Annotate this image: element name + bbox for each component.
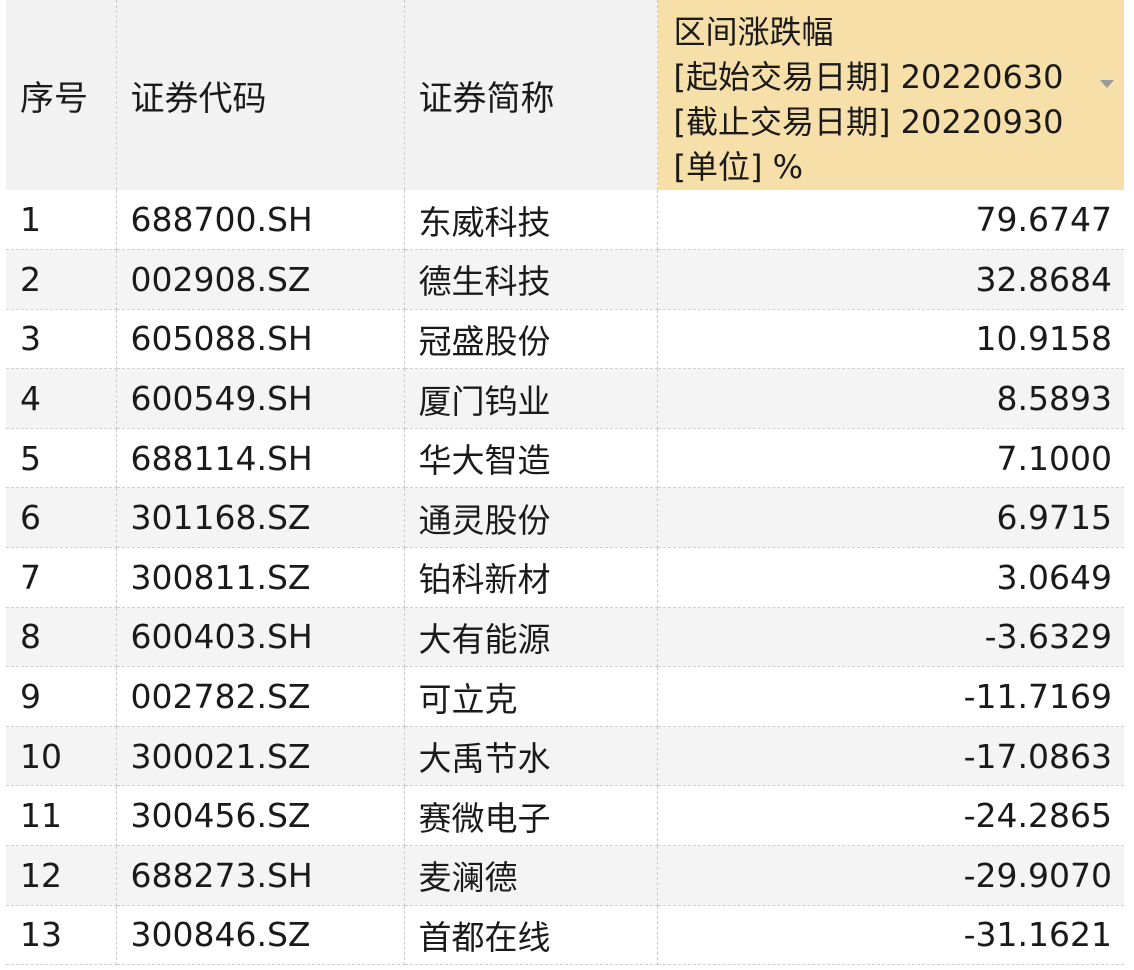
table-header: 序号 证券代码 证券简称 区间涨跌幅 [起始交易日期] 20220630 [截止… bbox=[6, 0, 1124, 190]
cell-interval-change: -24.2865 bbox=[657, 785, 1124, 847]
cell-seq: 8 bbox=[6, 607, 117, 668]
cell-seq: 1 bbox=[6, 190, 117, 251]
cell-security-code: 300811.SZ bbox=[116, 547, 405, 608]
header-change-end-date: [截止交易日期] 20220930 bbox=[673, 103, 1064, 141]
cell-security-name: 通灵股份 bbox=[404, 487, 658, 549]
cell-security-code: 300456.SZ bbox=[116, 785, 405, 847]
table-row[interactable]: 7 300811.SZ 铂科新材 3.0649 bbox=[6, 547, 1124, 608]
cell-seq: 2 bbox=[6, 249, 117, 310]
cell-interval-change: -17.0863 bbox=[657, 726, 1124, 787]
table-row[interactable]: 2 002908.SZ 德生科技 32.8684 bbox=[6, 249, 1124, 310]
cell-interval-change: -29.9070 bbox=[657, 845, 1124, 906]
cell-security-code: 600549.SH bbox=[116, 368, 405, 429]
cell-security-name: 麦澜德 bbox=[404, 845, 658, 906]
table-row[interactable]: 5 688114.SH 华大智造 7.1000 bbox=[6, 428, 1124, 489]
cell-seq: 11 bbox=[6, 785, 117, 847]
cell-security-code: 300021.SZ bbox=[116, 726, 405, 787]
header-row: 序号 证券代码 证券简称 区间涨跌幅 [起始交易日期] 20220630 [截止… bbox=[6, 0, 1124, 190]
cell-seq: 9 bbox=[6, 666, 117, 727]
cell-security-code: 688700.SH bbox=[116, 190, 405, 251]
cell-seq: 4 bbox=[6, 368, 117, 429]
cell-interval-change: 7.1000 bbox=[657, 428, 1124, 489]
cell-security-name: 德生科技 bbox=[404, 249, 658, 310]
table-row[interactable]: 3 605088.SH 冠盛股份 10.9158 bbox=[6, 309, 1124, 370]
table-row[interactable]: 4 600549.SH 厦门钨业 8.5893 bbox=[6, 368, 1124, 429]
cell-security-code: 301168.SZ bbox=[116, 487, 405, 549]
cell-interval-change: 32.8684 bbox=[657, 249, 1124, 310]
cell-seq: 6 bbox=[6, 487, 117, 549]
cell-seq: 10 bbox=[6, 726, 117, 787]
table-row[interactable]: 10 300021.SZ 大禹节水 -17.0863 bbox=[6, 726, 1124, 787]
table-row[interactable]: 11 300456.SZ 赛微电子 -24.2865 bbox=[6, 785, 1124, 847]
cell-security-name: 冠盛股份 bbox=[404, 309, 658, 370]
securities-table-sheet: 序号 证券代码 证券简称 区间涨跌幅 [起始交易日期] 20220630 [截止… bbox=[6, 0, 1124, 970]
cell-security-code: 300846.SZ bbox=[116, 905, 405, 966]
cell-seq: 12 bbox=[6, 845, 117, 906]
table-row[interactable]: 6 301168.SZ 通灵股份 6.9715 bbox=[6, 487, 1124, 549]
header-seq[interactable]: 序号 bbox=[6, 0, 117, 190]
table-row[interactable]: 13 300846.SZ 首都在线 -31.1621 bbox=[6, 905, 1124, 966]
table-row[interactable]: 1 688700.SH 东威科技 79.6747 bbox=[6, 190, 1124, 251]
cell-seq: 3 bbox=[6, 309, 117, 370]
cell-interval-change: -11.7169 bbox=[657, 666, 1124, 727]
cell-interval-change: 79.6747 bbox=[657, 190, 1124, 251]
cell-seq: 7 bbox=[6, 547, 117, 608]
table-body: 1 688700.SH 东威科技 79.6747 2 002908.SZ 德生科… bbox=[6, 190, 1124, 966]
table-row[interactable]: 8 600403.SH 大有能源 -3.6329 bbox=[6, 607, 1124, 668]
header-change-title: 区间涨跌幅 bbox=[673, 13, 834, 51]
cell-security-code: 605088.SH bbox=[116, 309, 405, 370]
cell-security-name: 大禹节水 bbox=[404, 726, 658, 787]
cell-interval-change: 10.9158 bbox=[657, 309, 1124, 370]
cell-security-name: 厦门钨业 bbox=[404, 368, 658, 429]
cell-security-code: 600403.SH bbox=[116, 607, 405, 668]
cell-interval-change: 8.5893 bbox=[657, 368, 1124, 429]
securities-table: 序号 证券代码 证券简称 区间涨跌幅 [起始交易日期] 20220630 [截止… bbox=[6, 0, 1124, 966]
cell-security-code: 688114.SH bbox=[116, 428, 405, 489]
cell-interval-change: 6.9715 bbox=[657, 487, 1124, 549]
header-security-name[interactable]: 证券简称 bbox=[404, 0, 658, 190]
cell-interval-change: -3.6329 bbox=[657, 607, 1124, 668]
cell-security-name: 赛微电子 bbox=[404, 785, 658, 847]
header-interval-change[interactable]: 区间涨跌幅 [起始交易日期] 20220630 [截止交易日期] 2022093… bbox=[657, 0, 1124, 190]
cell-interval-change: -31.1621 bbox=[657, 905, 1124, 966]
cell-security-code: 002908.SZ bbox=[116, 249, 405, 310]
table-row[interactable]: 12 688273.SH 麦澜德 -29.9070 bbox=[6, 845, 1124, 906]
cell-security-name: 华大智造 bbox=[404, 428, 658, 489]
cell-seq: 5 bbox=[6, 428, 117, 489]
table-row[interactable]: 9 002782.SZ 可立克 -11.7169 bbox=[6, 666, 1124, 727]
cell-security-name: 大有能源 bbox=[404, 607, 658, 668]
header-security-code[interactable]: 证券代码 bbox=[116, 0, 405, 190]
cell-interval-change: 3.0649 bbox=[657, 547, 1124, 608]
cell-security-code: 688273.SH bbox=[116, 845, 405, 906]
cell-security-name: 首都在线 bbox=[404, 905, 658, 966]
sort-down-triangle-icon[interactable] bbox=[1100, 80, 1114, 88]
cell-security-name: 铂科新材 bbox=[404, 547, 658, 608]
cell-security-code: 002782.SZ bbox=[116, 666, 405, 727]
cell-security-name: 可立克 bbox=[404, 666, 658, 727]
header-change-unit: [单位] % bbox=[673, 148, 804, 186]
cell-security-name: 东威科技 bbox=[404, 190, 658, 251]
header-change-start-date: [起始交易日期] 20220630 bbox=[673, 58, 1064, 96]
cell-seq: 13 bbox=[6, 905, 117, 966]
